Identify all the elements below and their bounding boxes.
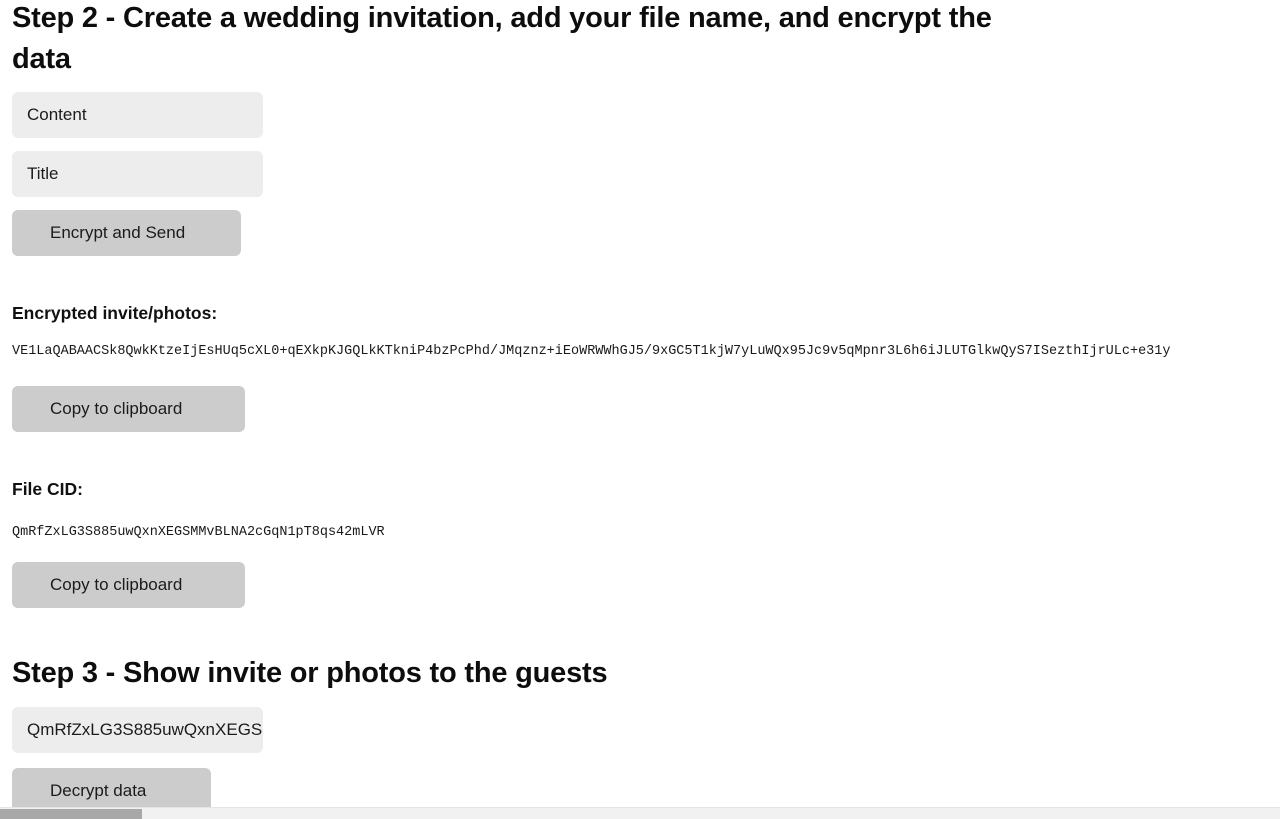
title-input[interactable]: [12, 151, 263, 197]
file-cid-label: File CID:: [12, 479, 83, 499]
page-title-step-2: Step 2 - Create a wedding invitation, ad…: [12, 2, 992, 75]
encrypt-and-send-button[interactable]: Encrypt and Send: [12, 210, 241, 256]
encrypted-output-label: Encrypted invite/photos:: [12, 303, 218, 323]
file-cid-value: QmRfZxLG3S885uwQxnXEGSMMvBLNA2cGqN1pT8qs…: [12, 525, 385, 540]
horizontal-scrollbar-thumb[interactable]: [0, 809, 142, 819]
page-content: Step 2 - Create a wedding invitation, ad…: [0, 0, 1280, 807]
copy-cid-to-clipboard-button[interactable]: Copy to clipboard: [12, 562, 245, 608]
decrypt-cid-input[interactable]: [12, 707, 263, 753]
horizontal-scrollbar[interactable]: [0, 807, 1280, 819]
content-input[interactable]: [12, 92, 263, 138]
page-title-step-3: Step 3 - Show invite or photos to the gu…: [12, 657, 608, 689]
decrypt-data-button[interactable]: Decrypt data: [12, 768, 211, 807]
encrypted-output-value: VE1LaQABAACSk8QwkKtzeIjEsHUq5cXL0+qEXkpK…: [12, 344, 1171, 359]
copy-encrypted-to-clipboard-button[interactable]: Copy to clipboard: [12, 386, 245, 432]
